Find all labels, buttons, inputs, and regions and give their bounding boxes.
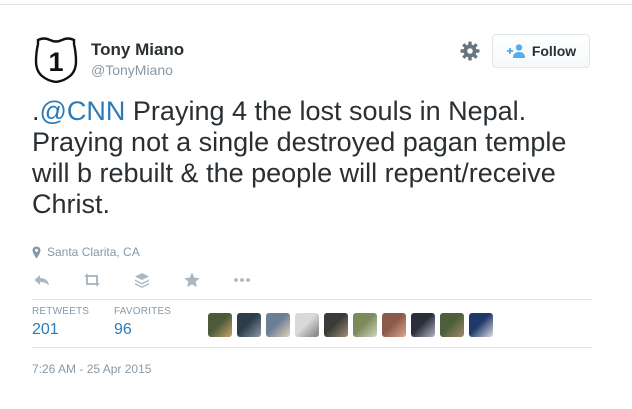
avatar[interactable]: 1 bbox=[32, 35, 80, 84]
map-pin-icon bbox=[32, 246, 41, 258]
divider bbox=[32, 299, 592, 300]
favoriter-avatar[interactable] bbox=[353, 313, 377, 337]
author-name[interactable]: Tony Miano bbox=[91, 40, 184, 60]
tweet-prefix: . bbox=[32, 96, 40, 126]
mention-link[interactable]: @CNN bbox=[40, 96, 126, 126]
favoriter-avatar[interactable] bbox=[208, 313, 232, 337]
layers-icon[interactable] bbox=[132, 271, 152, 289]
author-handle[interactable]: @TonyMiano bbox=[91, 62, 173, 78]
tweet-location[interactable]: Santa Clarita, CA bbox=[32, 245, 140, 259]
favoriter-avatar[interactable] bbox=[266, 313, 290, 337]
location-text: Santa Clarita, CA bbox=[47, 245, 140, 259]
more-icon[interactable] bbox=[232, 271, 252, 289]
favoriter-avatar[interactable] bbox=[382, 313, 406, 337]
divider bbox=[32, 347, 592, 348]
retweets-label: RETWEETS bbox=[32, 306, 90, 317]
favoriter-avatar[interactable] bbox=[469, 313, 493, 337]
retweet-icon[interactable] bbox=[82, 271, 102, 289]
favoriter-avatar[interactable] bbox=[237, 313, 261, 337]
favorites-stat[interactable]: FAVORITES 96 bbox=[114, 306, 171, 339]
follow-label: Follow bbox=[531, 43, 577, 59]
favoriters-avatars bbox=[208, 313, 493, 337]
follow-button[interactable]: Follow bbox=[492, 34, 590, 68]
gear-icon[interactable] bbox=[459, 40, 481, 62]
top-border bbox=[0, 0, 632, 5]
favoriter-avatar[interactable] bbox=[440, 313, 464, 337]
route-1-shield-icon: 1 bbox=[34, 37, 78, 84]
favoriter-avatar[interactable] bbox=[324, 313, 348, 337]
favorites-count: 96 bbox=[114, 321, 132, 338]
tweet-text: .@CNN Praying 4 the lost souls in Nepal.… bbox=[32, 96, 592, 220]
favoriter-avatar[interactable] bbox=[411, 313, 435, 337]
add-user-icon bbox=[506, 44, 525, 58]
reply-icon[interactable] bbox=[32, 271, 52, 289]
tweet-actions bbox=[32, 270, 282, 290]
svg-text:1: 1 bbox=[48, 47, 63, 77]
favorites-label: FAVORITES bbox=[114, 306, 172, 317]
favoriter-avatar[interactable] bbox=[295, 313, 319, 337]
tweet-timestamp[interactable]: 7:26 AM - 25 Apr 2015 bbox=[32, 362, 151, 376]
star-icon[interactable] bbox=[182, 271, 202, 289]
retweets-stat[interactable]: RETWEETS 201 bbox=[32, 306, 89, 339]
retweets-count: 201 bbox=[32, 321, 59, 338]
